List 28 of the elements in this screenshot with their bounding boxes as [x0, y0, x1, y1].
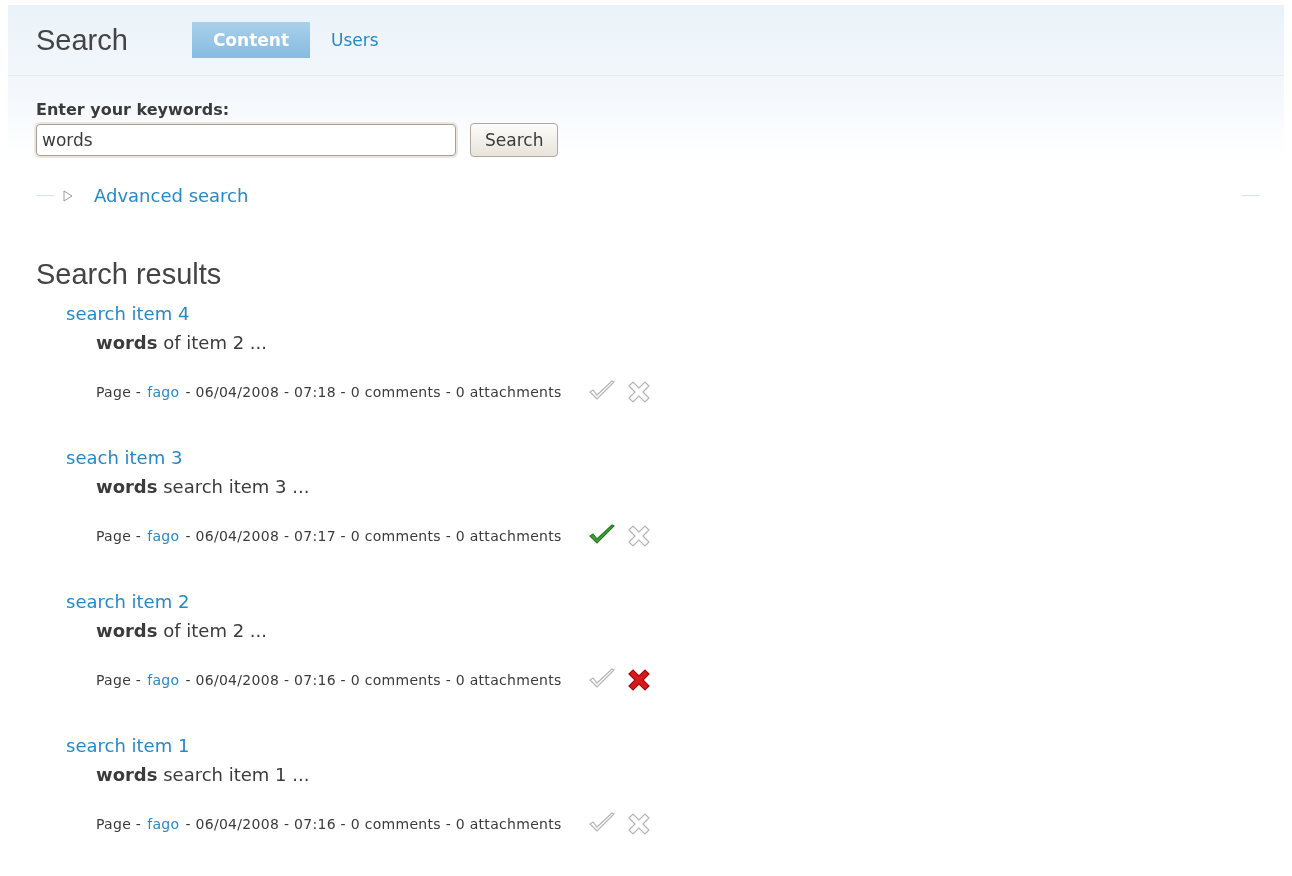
result-snippet: words of item 2 ... — [96, 332, 267, 353]
result-title-link[interactable]: search item 2 — [66, 591, 190, 612]
tab[interactable]: Users — [310, 22, 400, 58]
result-snippet: words of item 2 ... — [96, 620, 267, 641]
page-title: Search — [36, 23, 128, 57]
author-link[interactable]: fago — [147, 816, 180, 832]
result-title-link[interactable]: search item 1 — [66, 735, 190, 756]
result-meta: Page - — [96, 528, 142, 544]
result-title-link[interactable]: search item 4 — [66, 303, 190, 324]
triangle-icon[interactable] — [62, 189, 74, 202]
result-meta: - 06/04/2008 - 07:16 - 0 comments - 0 attachments — [185, 816, 562, 832]
field-label: Enter your keywords: — [36, 100, 231, 119]
author-link[interactable]: fago — [147, 384, 180, 400]
result-meta: - 06/04/2008 - 07:18 - 0 comments - 0 attachments — [185, 384, 562, 400]
author-link[interactable]: fago — [147, 528, 180, 544]
result-snippet: words search item 1 ... — [96, 764, 310, 785]
result-meta: Page - — [96, 384, 142, 400]
result-meta: - 06/04/2008 - 07:16 - 0 comments - 0 attachments — [185, 672, 562, 688]
result-meta: - 06/04/2008 - 07:17 - 0 comments - 0 attachments — [185, 528, 562, 544]
search-button[interactable]: Search — [470, 123, 559, 157]
section-heading: Search results — [36, 258, 223, 291]
keywords-field[interactable]: words — [36, 124, 456, 156]
result-meta: Page - — [96, 672, 142, 688]
result-title-link[interactable]: seach item 3 — [66, 447, 183, 468]
author-link[interactable]: fago — [147, 672, 180, 688]
advanced-search-link[interactable]: Advanced search — [94, 185, 249, 206]
result-snippet: words search item 3 ... — [96, 476, 310, 497]
result-meta: Page - — [96, 816, 142, 832]
